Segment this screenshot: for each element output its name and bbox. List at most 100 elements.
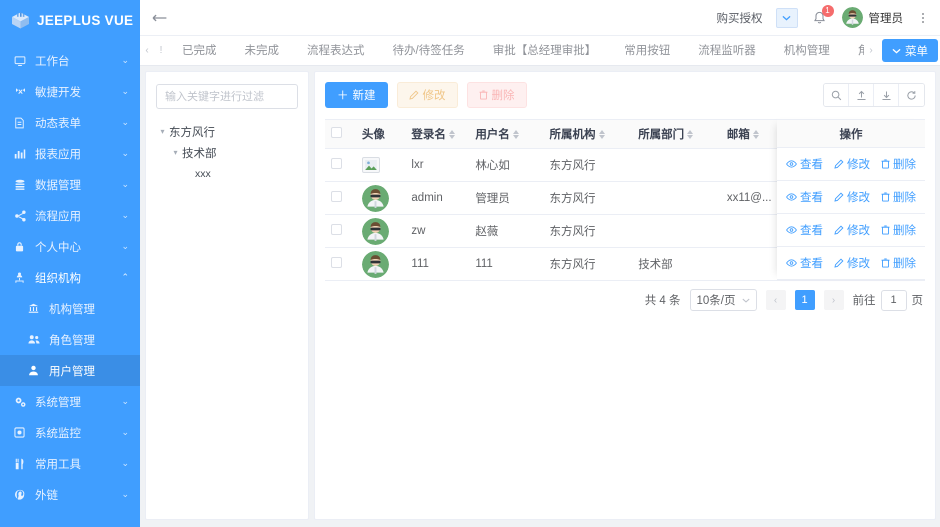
tab-label: 常用按钮 [624,42,670,58]
row-checkbox[interactable] [331,158,342,169]
more-vertical-icon[interactable] [916,13,930,23]
view-button[interactable]: 查看 [786,255,823,271]
row-dept-cell: 技术部 [632,248,721,281]
tab-常用按钮[interactable]: 常用按钮 [610,36,684,65]
chevron-down-icon [892,48,901,54]
tab-角色管理[interactable]: 角色管理 [844,36,864,65]
column-label: 用户名 [475,129,510,141]
row-login-cell[interactable]: zw [405,215,469,248]
sidebar-item-工作台[interactable]: 工作台 ⌄ [0,45,140,76]
upload-icon[interactable] [849,84,874,106]
sort-icon[interactable] [687,130,693,139]
sort-icon[interactable] [449,130,455,139]
delete-row-button[interactable]: 删除 [881,156,916,172]
sidebar-item-个人中心[interactable]: 个人中心 ⌄ [0,231,140,262]
tabs-scroll-right-button[interactable]: › [864,36,878,65]
tab-label: 未完成 [245,42,280,58]
sidebar-item-机构管理[interactable]: 机构管理 [0,293,140,324]
sidebar-item-用户管理[interactable]: 用户管理 [0,355,140,386]
next-page-button[interactable]: › [824,290,844,310]
delete-row-button[interactable]: 删除 [881,222,916,238]
menu-dropdown-button[interactable]: 菜单 [882,39,938,62]
chevron-down-icon: ⌄ [121,86,129,97]
user-avatar-icon [842,7,863,28]
sidebar-item-组织机构[interactable]: 组织机构 ⌃ [0,262,140,293]
sidebar-item-系统监控[interactable]: 系统监控 ⌄ [0,417,140,448]
column-header-所属机构[interactable]: 所属机构 [544,120,633,149]
column-header-登录名[interactable]: 登录名 [405,120,469,149]
delete-button[interactable]: 删除 [467,82,527,108]
sidebar-item-敏捷开发[interactable]: 敏捷开发 ⌄ [0,76,140,107]
sidebar-item-报表应用[interactable]: 报表应用 ⌄ [0,138,140,169]
row-checkbox[interactable] [331,191,342,202]
sidebar-item-动态表单[interactable]: 动态表单 ⌄ [0,107,140,138]
page-number-1[interactable]: 1 [795,290,815,310]
edit-row-button-label: 修改 [847,255,870,271]
tree-node-label: 东方风行 [169,124,215,140]
prev-page-button[interactable]: ‹ [766,290,786,310]
pencil-icon [834,258,844,268]
tree-node-技术部[interactable]: ▾ 技术部 [156,142,298,163]
sidebar-item-流程应用[interactable]: 流程应用 ⌄ [0,200,140,231]
edit-button[interactable]: 修改 [397,82,458,108]
sidebar-item-角色管理[interactable]: 角色管理 [0,324,140,355]
column-header-所属部门[interactable]: 所属部门 [632,120,721,149]
back-arrow-icon[interactable] [140,12,180,24]
refresh-icon[interactable] [899,84,924,106]
pencil-icon [409,90,419,100]
row-checkbox[interactable] [331,257,342,268]
tabs-scroll-left-button[interactable]: ‹ [140,36,154,65]
select-all-checkbox[interactable] [331,127,342,138]
page-size-select[interactable]: 10条/页 [690,289,757,311]
sort-icon[interactable] [513,130,519,139]
sort-icon[interactable] [599,130,605,139]
sidebar-item-常用工具[interactable]: 常用工具 ⌄ [0,448,140,479]
download-icon[interactable] [874,84,899,106]
row-login-cell[interactable]: admin [405,182,469,215]
edit-row-button[interactable]: 修改 [834,156,870,172]
application-window: JEEPLUS VUE 工作台 ⌄ 敏捷开发 ⌄ [0,0,940,527]
buy-license-link[interactable]: 购买授权 [717,10,763,26]
delete-row-button[interactable]: 删除 [881,255,916,271]
row-avatar-cell [356,215,405,248]
tab-审批总经理审批[interactable]: 审批【总经理审批】 [479,36,611,65]
tab-未完成[interactable]: 未完成 [231,36,294,65]
brand-name: JEEPLUS VUE [37,13,133,28]
brand-logo[interactable]: JEEPLUS VUE [0,0,140,40]
edit-row-button[interactable]: 修改 [834,189,870,205]
jump-page-input[interactable] [881,290,907,311]
view-button[interactable]: 查看 [786,156,823,172]
chevron-down-icon: ⌄ [121,210,129,221]
row-checkbox[interactable] [331,224,342,235]
tree-filter-input[interactable] [156,84,298,109]
tab-机构管理[interactable]: 机构管理 [770,36,844,65]
tab-已完成[interactable]: 已完成 [168,36,231,65]
tree-node-东方风行[interactable]: ▾ 东方风行 [156,121,298,142]
tree-node-xxx[interactable]: xxx [156,163,298,184]
user-menu[interactable]: 管理员 [842,7,904,28]
delete-row-button[interactable]: 删除 [881,189,916,205]
caret-down-icon[interactable]: ▾ [169,148,182,157]
new-button[interactable]: ＋ 新建 [325,82,388,108]
search-icon[interactable] [824,84,849,106]
row-login-cell[interactable]: lxr [405,149,469,182]
sidebar-item-系统管理[interactable]: 系统管理 ⌄ [0,386,140,417]
view-button[interactable]: 查看 [786,189,823,205]
edit-row-button[interactable]: 修改 [834,255,870,271]
tab-流程监听器[interactable]: 流程监听器 [684,36,770,65]
column-header-用户名[interactable]: 用户名 [469,120,543,149]
row-org-cell: 东方风行 [544,215,633,248]
language-switcher[interactable] [776,8,798,28]
tab-流程表达式[interactable]: 流程表达式 [293,36,379,65]
view-button[interactable]: 查看 [786,222,823,238]
sidebar-item-数据管理[interactable]: 数据管理 ⌄ [0,169,140,200]
caret-down-icon[interactable]: ▾ [156,127,169,136]
edit-row-button[interactable]: 修改 [834,222,870,238]
sort-icon[interactable] [753,130,759,139]
tab-待办待签任务[interactable]: 待办/待签任务 [379,36,479,65]
row-login-cell[interactable]: 111 [405,248,469,281]
operations-row: 查看 修改 删除 [777,148,925,181]
notifications-button[interactable]: 1 [811,8,829,28]
sidebar-item-外链[interactable]: 外链 ⌄ [0,479,140,510]
org-tree-panel: ▾ 东方风行 ▾ 技术部 xxx [145,71,309,520]
